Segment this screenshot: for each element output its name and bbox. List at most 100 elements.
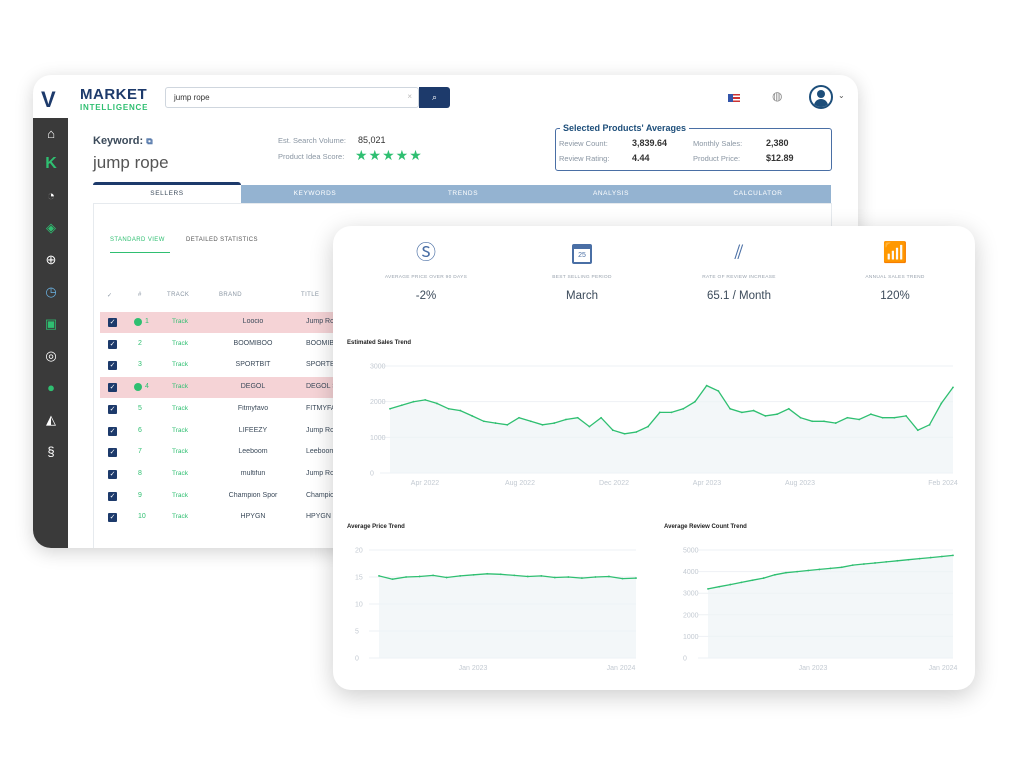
chart-icon[interactable]: ▣ (42, 315, 60, 333)
sidebar-tool-icon-2[interactable]: ◈ (42, 219, 60, 237)
tab-calculator[interactable]: CALCULATOR (685, 185, 831, 203)
col-rank-header[interactable]: # (138, 292, 142, 298)
track-link[interactable]: Track (172, 470, 188, 477)
data-point (694, 400, 696, 403)
subtab-detailed-statistics[interactable]: DETAILED STATISTICS (186, 237, 258, 243)
data-point (647, 425, 649, 428)
data-point (472, 573, 475, 576)
alert-icon[interactable]: ● (42, 379, 60, 397)
monthly-sales-value: 2,380 (766, 138, 789, 148)
y-tick-label: 4000 (683, 569, 699, 576)
review-rating-value: 4.44 (632, 153, 650, 163)
logo-text-intelligence: INTELLIGENCE (80, 103, 149, 112)
data-point (405, 576, 407, 578)
track-link[interactable]: Track (172, 340, 188, 347)
data-point (611, 429, 614, 432)
track-link[interactable]: Track (172, 318, 188, 325)
sync-icon[interactable]: § (42, 443, 60, 461)
data-point (840, 566, 843, 569)
data-point (858, 418, 861, 421)
track-link[interactable]: Track (172, 427, 188, 434)
data-point (576, 416, 579, 419)
track-link[interactable]: Track (172, 492, 188, 499)
y-tick-label: 5 (355, 629, 359, 636)
sidebar-tool-icon-1[interactable]: ◔ (42, 187, 60, 205)
data-point (811, 420, 814, 423)
row-checkbox[interactable]: ✓ (108, 404, 117, 414)
data-point (567, 576, 570, 578)
series-area (379, 573, 636, 658)
row-checkbox[interactable]: ✓ (108, 383, 117, 393)
series-area (708, 555, 953, 658)
data-point (740, 411, 743, 414)
us-flag-icon[interactable] (728, 94, 740, 102)
clear-icon[interactable]: × (407, 92, 412, 101)
row-checkbox[interactable]: ✓ (108, 426, 117, 436)
magnifier-icon[interactable]: ⊕ (42, 251, 60, 269)
data-point (851, 564, 854, 567)
track-link[interactable]: Track (172, 383, 188, 390)
y-tick-label: 3000 (370, 364, 386, 371)
tab-keywords[interactable]: KEYWORDS (241, 185, 389, 203)
data-point (635, 431, 638, 433)
averages-title: Selected Products' Averages (563, 123, 687, 133)
triangle-icon[interactable]: ◭ (42, 411, 60, 429)
user-avatar[interactable] (809, 85, 833, 109)
data-point (608, 575, 610, 578)
tab-analysis[interactable]: ANALYSIS (537, 185, 685, 203)
track-link[interactable]: Track (172, 513, 188, 520)
row-brand: BOOMIBOO (233, 339, 273, 347)
data-point (823, 420, 825, 423)
external-link-icon[interactable]: ⧉ (146, 136, 152, 146)
search-volume-value: 85,021 (358, 135, 386, 145)
app-logo-icon: V (41, 87, 56, 112)
data-point (796, 570, 798, 573)
account-chevron-down-icon[interactable]: ⌄ (838, 91, 845, 100)
subtab-standard-view[interactable]: STANDARD VIEW (110, 237, 170, 253)
col-track-header: TRACK (167, 292, 190, 298)
track-link[interactable]: Track (172, 405, 188, 412)
idea-score-label: Product Idea Score: (278, 152, 345, 161)
data-point (952, 386, 954, 389)
data-point (565, 418, 567, 421)
globe-icon[interactable]: ◍ (772, 89, 782, 103)
x-tick-label: Feb 2024 (928, 480, 958, 487)
track-link[interactable]: Track (172, 361, 188, 368)
data-point (869, 413, 872, 416)
search-volume-label: Est. Search Volume: (278, 136, 346, 145)
row-brand: multifun (240, 469, 266, 477)
home-icon[interactable]: ⌂ (42, 125, 60, 143)
row-checkbox[interactable]: ✓ (108, 469, 117, 479)
row-checkbox[interactable]: ✓ (108, 339, 117, 349)
clock-icon[interactable]: ◷ (42, 283, 60, 301)
data-point (588, 425, 591, 428)
data-point (740, 581, 743, 584)
keyword-k-icon[interactable]: K (42, 155, 60, 173)
search-button[interactable]: ⌕ (419, 87, 450, 108)
row-checkbox[interactable]: ✓ (108, 361, 117, 371)
col-brand-header[interactable]: BRAND (219, 292, 242, 298)
brand-logo: MARKET INTELLIGENCE (80, 86, 148, 112)
data-point (540, 575, 543, 577)
row-checkbox[interactable]: ✓ (108, 513, 117, 523)
idea-score-stars: ★★★★★ (355, 147, 423, 163)
row-checkbox[interactable]: ✓ (108, 318, 117, 327)
y-tick-label: 1000 (370, 435, 386, 442)
tab-trends[interactable]: TRENDS (389, 185, 537, 203)
row-checkbox[interactable]: ✓ (108, 448, 117, 458)
review-rating-label: Review Rating: (559, 154, 610, 163)
data-point (718, 585, 721, 588)
col-select-header[interactable]: ✓ (107, 292, 112, 299)
search-input[interactable]: jump rope × (165, 87, 419, 108)
row-brand: LIFEEZY (238, 426, 268, 434)
data-point (799, 416, 802, 419)
data-point (874, 562, 876, 564)
data-point (807, 569, 810, 572)
search-icon: ⌕ (431, 92, 438, 102)
tab-sellers[interactable]: SELLERS (93, 182, 241, 203)
series-area (390, 385, 953, 473)
target-icon[interactable]: ◎ (42, 347, 60, 365)
row-checkbox[interactable]: ✓ (108, 491, 117, 501)
track-link[interactable]: Track (172, 448, 188, 455)
data-point (881, 416, 884, 419)
